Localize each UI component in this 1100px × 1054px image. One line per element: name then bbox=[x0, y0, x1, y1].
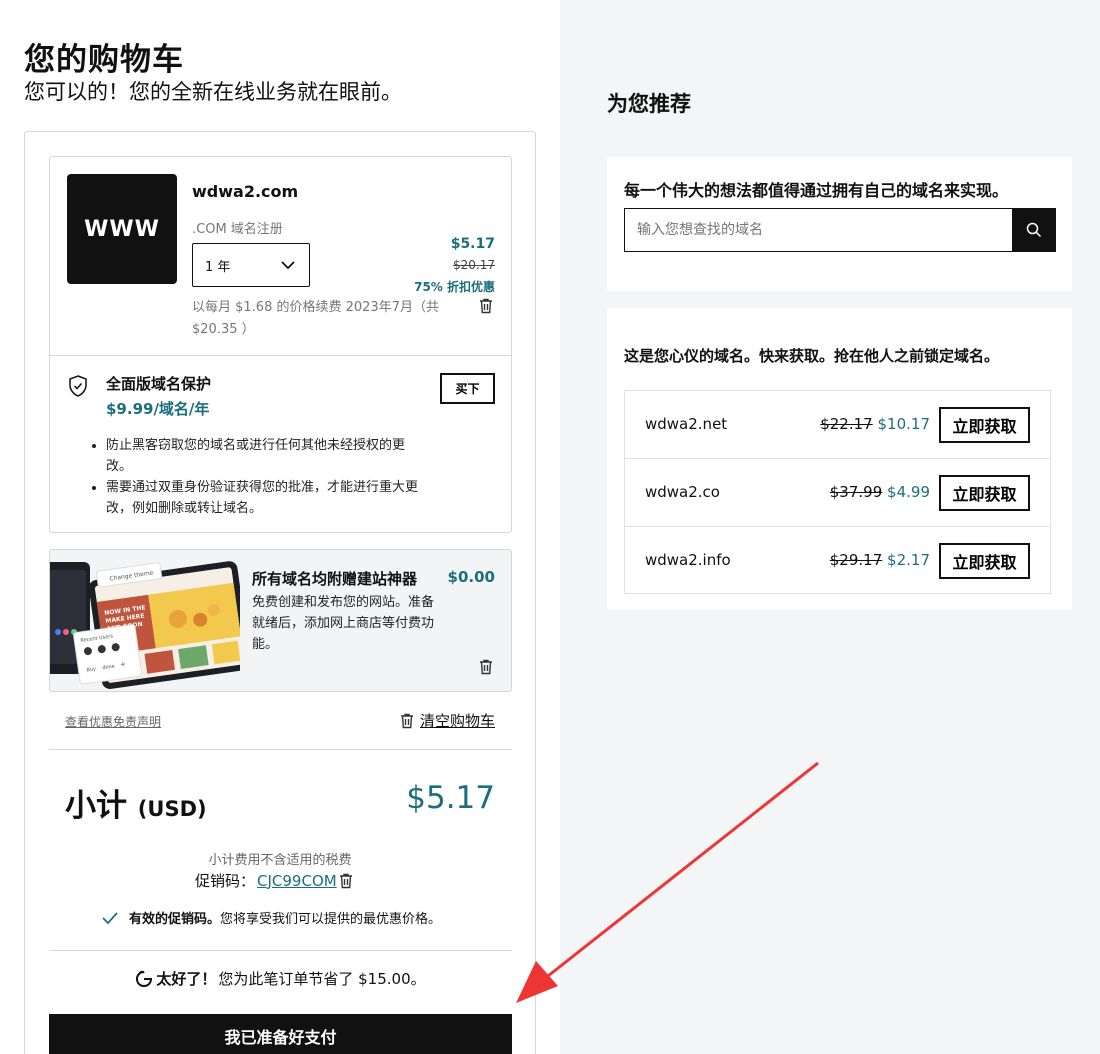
suggestions-heading: 这是您心仪的域名。快来获取。抢在他人之前锁定域名。 bbox=[624, 347, 1000, 365]
get-domain-button[interactable]: 立即获取 bbox=[939, 407, 1030, 443]
clear-cart-button[interactable]: 清空购物车 bbox=[400, 710, 495, 731]
savings-message: 太好了！ 您为此笔订单节省了 $15.00。 bbox=[25, 968, 535, 989]
list-item: 需要通过双重身份验证获得您的批准，才能进行重大更改，例如删除或转让域名。 bbox=[106, 477, 426, 519]
protection-title: 全面版域名保护 bbox=[106, 375, 212, 393]
subtotal-label: 小计 (USD) bbox=[65, 780, 207, 825]
suggested-old-price: $29.17 bbox=[829, 551, 883, 569]
cart-panel: WWW wdwa2.com .COM 域名注册 1 年 $5.17 $20.17… bbox=[24, 131, 536, 1054]
chevron-down-icon bbox=[281, 260, 295, 269]
term-value: 1 年 bbox=[205, 259, 231, 275]
tax-note: 小计费用不含适用的税费 bbox=[208, 853, 352, 868]
suggested-price: $10.17 bbox=[877, 415, 931, 433]
svg-text:+: + bbox=[120, 660, 127, 669]
promo-valid-message: 有效的促销码。您将享受我们可以提供的最优惠价格。 bbox=[101, 908, 441, 927]
get-domain-button[interactable]: 立即获取 bbox=[939, 475, 1030, 511]
domain-search-input[interactable] bbox=[624, 208, 1013, 252]
pay-button[interactable]: 我已准备好支付 bbox=[49, 1014, 512, 1054]
suggested-domain: wdwa2.info bbox=[645, 551, 731, 569]
promo-code-link[interactable]: CJC99COM bbox=[257, 872, 337, 890]
domain-type: .COM 域名注册 bbox=[192, 222, 283, 237]
search-button[interactable] bbox=[1012, 208, 1056, 252]
divider bbox=[49, 749, 512, 750]
trash-icon[interactable] bbox=[479, 659, 493, 675]
trash-icon bbox=[400, 713, 413, 728]
protection-price: $9.99/域名/年 bbox=[106, 400, 210, 418]
trash-icon[interactable] bbox=[479, 298, 493, 314]
page-subtitle: 您可以的！您的全新在线业务就在眼前。 bbox=[24, 80, 402, 104]
domain-search-card: 每一个伟大的想法都值得通过拥有自己的域名来实现。 bbox=[607, 157, 1072, 291]
domain-price: $5.17 bbox=[450, 236, 495, 252]
term-select[interactable]: 1 年 bbox=[192, 243, 310, 287]
domain-item-card: WWW wdwa2.com .COM 域名注册 1 年 $5.17 $20.17… bbox=[49, 156, 512, 533]
trash-icon[interactable] bbox=[339, 873, 353, 889]
website-builder-illustration: NOW IN THE MAKE HERE AND SOON Change the… bbox=[50, 550, 240, 691]
suggested-prices: $22.17 $10.17 bbox=[820, 391, 930, 457]
suggested-prices: $29.17 $2.17 bbox=[830, 527, 930, 593]
suggested-prices: $37.99 $4.99 bbox=[830, 459, 930, 525]
divider bbox=[49, 950, 512, 951]
get-domain-button[interactable]: 立即获取 bbox=[939, 543, 1030, 579]
currency-label: (USD) bbox=[137, 797, 207, 821]
promo-line: 促销码： CJC99COM bbox=[195, 870, 353, 891]
subtotal-text: 小计 bbox=[65, 788, 127, 824]
promo-label: 促销码： bbox=[195, 872, 256, 890]
subtotal-value: $5.17 bbox=[406, 780, 495, 816]
suggested-price: $2.17 bbox=[887, 551, 930, 569]
list-item: wdwa2.co $37.99 $4.99 立即获取 bbox=[625, 459, 1050, 527]
suggested-price: $4.99 bbox=[887, 483, 930, 501]
save-text: 您为此笔订单节省了 $15.00。 bbox=[218, 970, 426, 988]
list-item: wdwa2.net $22.17 $10.17 立即获取 bbox=[625, 391, 1050, 459]
protection-bullets: 防止黑客窃取您的域名或进行任何其他未经授权的更改。 需要通过双重身份验证获得您的… bbox=[106, 435, 426, 519]
domain-suggestions-card: 这是您心仪的域名。快来获取。抢在他人之前锁定域名。 wdwa2.net $22.… bbox=[607, 308, 1072, 609]
website-builder-card: NOW IN THE MAKE HERE AND SOON Change the… bbox=[49, 549, 512, 692]
divider bbox=[50, 355, 511, 356]
recommendations-column: 为您推荐 每一个伟大的想法都值得通过拥有自己的域名来实现。 这是您心仪的域名。快… bbox=[560, 0, 1100, 1054]
valid-bold: 有效的促销码。 bbox=[129, 912, 221, 927]
page-title: 您的购物车 bbox=[24, 42, 184, 78]
clear-cart-label: 清空购物车 bbox=[419, 712, 495, 730]
list-item: 防止黑客窃取您的域名或进行任何其他未经授权的更改。 bbox=[106, 435, 426, 477]
builder-price: $0.00 bbox=[447, 568, 495, 586]
suggested-old-price: $22.17 bbox=[820, 415, 873, 433]
suggested-domain: wdwa2.net bbox=[645, 415, 728, 433]
buy-protection-button[interactable]: 买下 bbox=[440, 373, 495, 404]
domain-name: wdwa2.com bbox=[192, 182, 299, 201]
builder-title: 所有域名均附赠建站神器 bbox=[252, 570, 418, 588]
builder-description: 免费创建和发布您的网站。准备就绪后，添加网上商店等付费功能。 bbox=[252, 595, 435, 652]
check-icon bbox=[102, 911, 118, 924]
suggested-domain: wdwa2.co bbox=[645, 483, 720, 501]
www-tile-icon: WWW bbox=[67, 174, 177, 284]
domain-old-price: $20.17 bbox=[453, 258, 495, 272]
suggestions-list: wdwa2.net $22.17 $10.17 立即获取 wdwa2.co $3… bbox=[624, 390, 1051, 594]
suggested-old-price: $37.99 bbox=[829, 483, 883, 501]
save-bold: 太好了！ bbox=[156, 970, 217, 988]
disclaimer-link[interactable]: 查看优惠免责声明 bbox=[65, 713, 161, 730]
godaddy-logo-icon bbox=[136, 970, 153, 987]
renewal-note: 以每月 $1.68 的价格续费 2023年7月（共 $20.35 ） bbox=[192, 300, 439, 337]
valid-text: 您将享受我们可以提供的最优惠价格。 bbox=[220, 912, 442, 927]
cart-column: 您的购物车 您可以的！您的全新在线业务就在眼前。 WWW wdwa2.com .… bbox=[0, 0, 560, 1054]
discount-label: 75% 折扣优惠 bbox=[414, 280, 495, 294]
search-icon bbox=[1026, 222, 1042, 238]
search-heading: 每一个伟大的想法都值得通过拥有自己的域名来实现。 bbox=[624, 181, 1009, 200]
recommendations-title: 为您推荐 bbox=[607, 92, 691, 116]
shield-icon bbox=[69, 375, 87, 397]
list-item: wdwa2.info $29.17 $2.17 立即获取 bbox=[625, 527, 1050, 595]
